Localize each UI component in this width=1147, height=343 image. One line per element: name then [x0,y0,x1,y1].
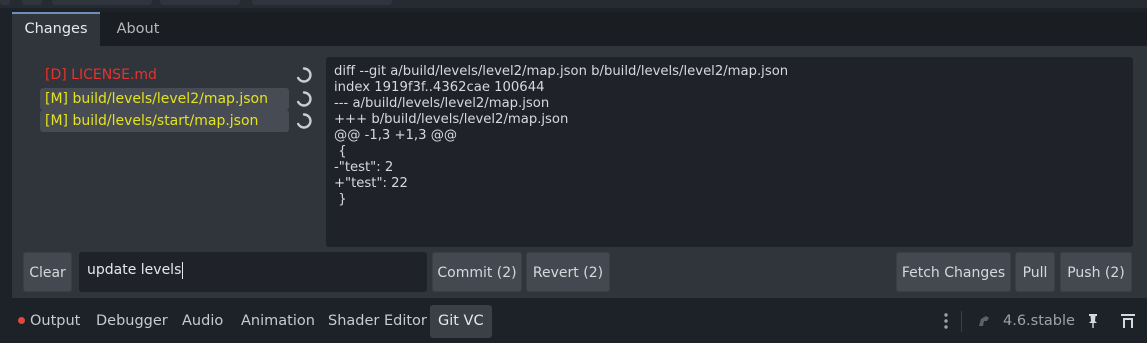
revert-icon[interactable] [294,89,314,109]
commit-message-input[interactable]: update levels [79,252,427,292]
bottom-panel-bar: Output Debugger Audio Animation Shader E… [0,300,1147,343]
commit-button[interactable]: Commit (2) [432,252,522,292]
bottom-tab-audio[interactable]: Audio [176,305,229,338]
top-strip [0,0,1147,8]
diff-view[interactable]: diff --git a/build/levels/level2/map.jso… [326,57,1133,247]
commit-message-text: update levels [87,262,182,278]
panel-tab-bar: Changes About [12,12,1147,46]
file-label[interactable]: [D] LICENSE.md [40,64,289,86]
kebab-menu-icon[interactable] [937,312,955,330]
diff-line: @@ -1,3 +1,3 @@ [334,128,458,143]
top-strip-segment [0,0,10,5]
bottom-tab-debugger[interactable]: Debugger [90,305,174,338]
top-strip-segment [160,0,240,5]
text-caret [182,261,184,279]
file-label[interactable]: [M] build/levels/level2/map.json [40,88,289,110]
clear-button[interactable]: Clear [23,252,72,292]
diff-line: +"test": 22 [334,176,408,191]
revert-button[interactable]: Revert (2) [526,252,610,292]
diff-line: diff --git a/build/levels/level2/map.jso… [334,64,789,79]
git-vc-panel: Changes About [D] LICENSE.md [M] build/l… [12,12,1147,298]
tab-about[interactable]: About [104,12,172,46]
file-row[interactable]: [D] LICENSE.md [40,64,330,86]
bottom-tab-shader-editor[interactable]: Shader Editor [322,305,433,338]
fetch-changes-button[interactable]: Fetch Changes [896,252,1011,292]
diff-line: index 1919f3f..4362cae 100644 [334,80,545,95]
revert-icon[interactable] [294,111,314,131]
top-strip-segment [22,0,42,5]
pin-icon[interactable] [1084,312,1102,330]
pull-button[interactable]: Pull [1015,252,1055,292]
bottom-tab-animation[interactable]: Animation [235,305,321,338]
file-label[interactable]: [M] build/levels/start/map.json [40,110,289,132]
file-row[interactable]: [M] build/levels/start/map.json [40,110,330,132]
diff-line: } [334,192,347,207]
changed-files-list: [D] LICENSE.md [M] build/levels/level2/m… [40,64,320,264]
top-strip-segment [252,0,392,5]
top-strip-segment [52,0,152,5]
diff-line: +++ b/build/levels/level2/map.json [334,112,569,127]
diff-line: { [334,144,347,159]
update-spinner-icon[interactable] [975,312,993,330]
diff-line: --- a/build/levels/level2/map.json [334,96,550,111]
revert-icon[interactable] [294,65,314,85]
tab-changes[interactable]: Changes [12,12,100,46]
file-row[interactable]: [M] build/levels/level2/map.json [40,88,330,110]
expand-panel-icon[interactable] [1119,312,1137,330]
version-label: 4.6.stable [1003,313,1075,329]
bottom-tab-label: Output [30,313,81,329]
separator [961,311,962,332]
diff-line: -"test": 2 [334,160,394,175]
bottom-tab-output[interactable]: Output [12,305,86,338]
error-dot-icon [18,317,25,324]
bottom-tab-git-vc[interactable]: Git VC [430,305,492,338]
push-button[interactable]: Push (2) [1060,252,1132,292]
